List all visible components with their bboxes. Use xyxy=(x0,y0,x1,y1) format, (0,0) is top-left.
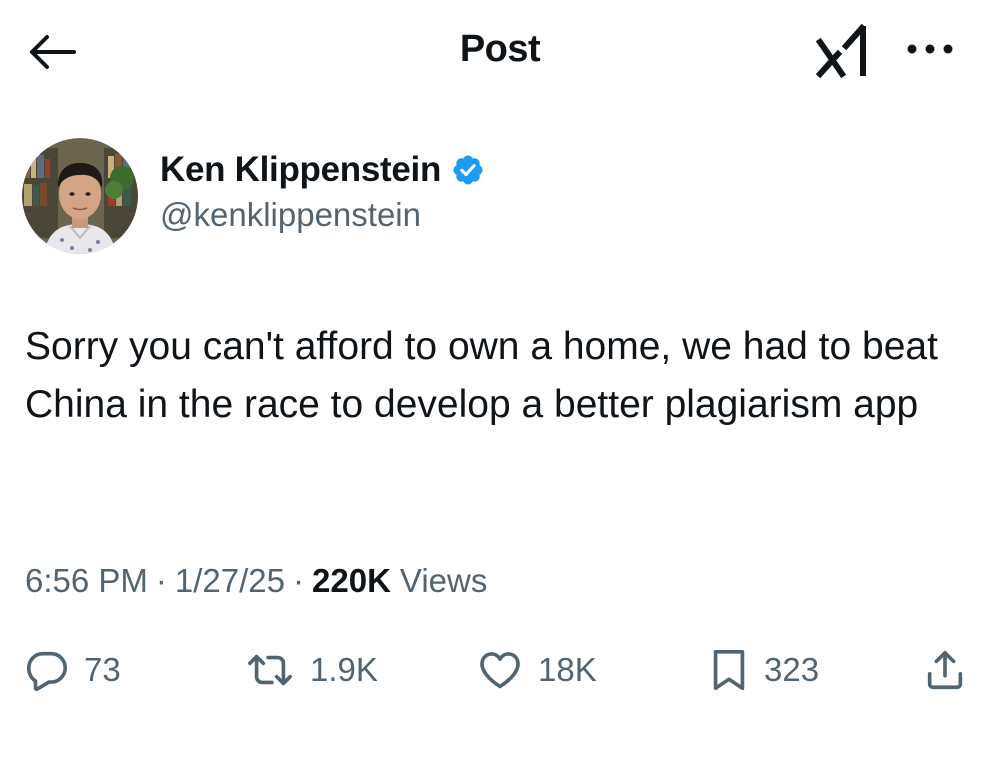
top-bar: Post xyxy=(0,0,1000,110)
tweet-text: Sorry you can't afford to own a home, we… xyxy=(25,325,949,426)
meta-separator: · xyxy=(155,562,167,599)
heart-icon xyxy=(480,652,520,689)
repost-icon xyxy=(248,654,292,686)
share-icon xyxy=(927,650,963,690)
bookmark-button[interactable]: 323 xyxy=(708,640,819,700)
like-count: 18K xyxy=(538,651,597,688)
tweet-meta: 6:56 PM · 1/27/25 · 220K Views xyxy=(25,562,487,600)
repost-count: 1.9K xyxy=(310,651,378,688)
more-dots-icon xyxy=(907,44,953,54)
views-count: 220K xyxy=(312,562,391,599)
repost-button[interactable]: 1.9K xyxy=(244,640,378,700)
bookmark-count: 323 xyxy=(764,651,820,688)
meta-separator: · xyxy=(293,562,305,599)
grok-button[interactable] xyxy=(815,22,876,82)
tweet-date: 1/27/25 xyxy=(174,562,286,599)
author-display-name[interactable]: Ken Klippenstein xyxy=(160,150,441,190)
author-info: Ken Klippenstein @kenklippenstein xyxy=(160,150,485,234)
more-button[interactable] xyxy=(900,34,960,64)
author-block: Ken Klippenstein @kenklippenstein xyxy=(22,138,485,254)
tweet-time: 6:56 PM xyxy=(25,562,148,599)
avatar-image xyxy=(22,138,138,254)
reply-count: 73 xyxy=(84,651,121,688)
grok-logo-icon xyxy=(815,23,867,79)
author-handle[interactable]: @kenklippenstein xyxy=(160,196,485,234)
reply-button[interactable]: 73 xyxy=(24,640,121,700)
share-button[interactable] xyxy=(922,640,968,700)
views-label: Views xyxy=(399,562,488,599)
action-bar: 73 1.9K 18K 323 xyxy=(0,640,1000,700)
reply-icon xyxy=(26,651,68,692)
like-button[interactable]: 18K xyxy=(476,640,597,700)
bookmark-icon xyxy=(713,649,745,691)
name-row: Ken Klippenstein xyxy=(160,150,485,190)
avatar[interactable] xyxy=(22,138,138,254)
verified-badge-icon[interactable] xyxy=(451,153,485,187)
